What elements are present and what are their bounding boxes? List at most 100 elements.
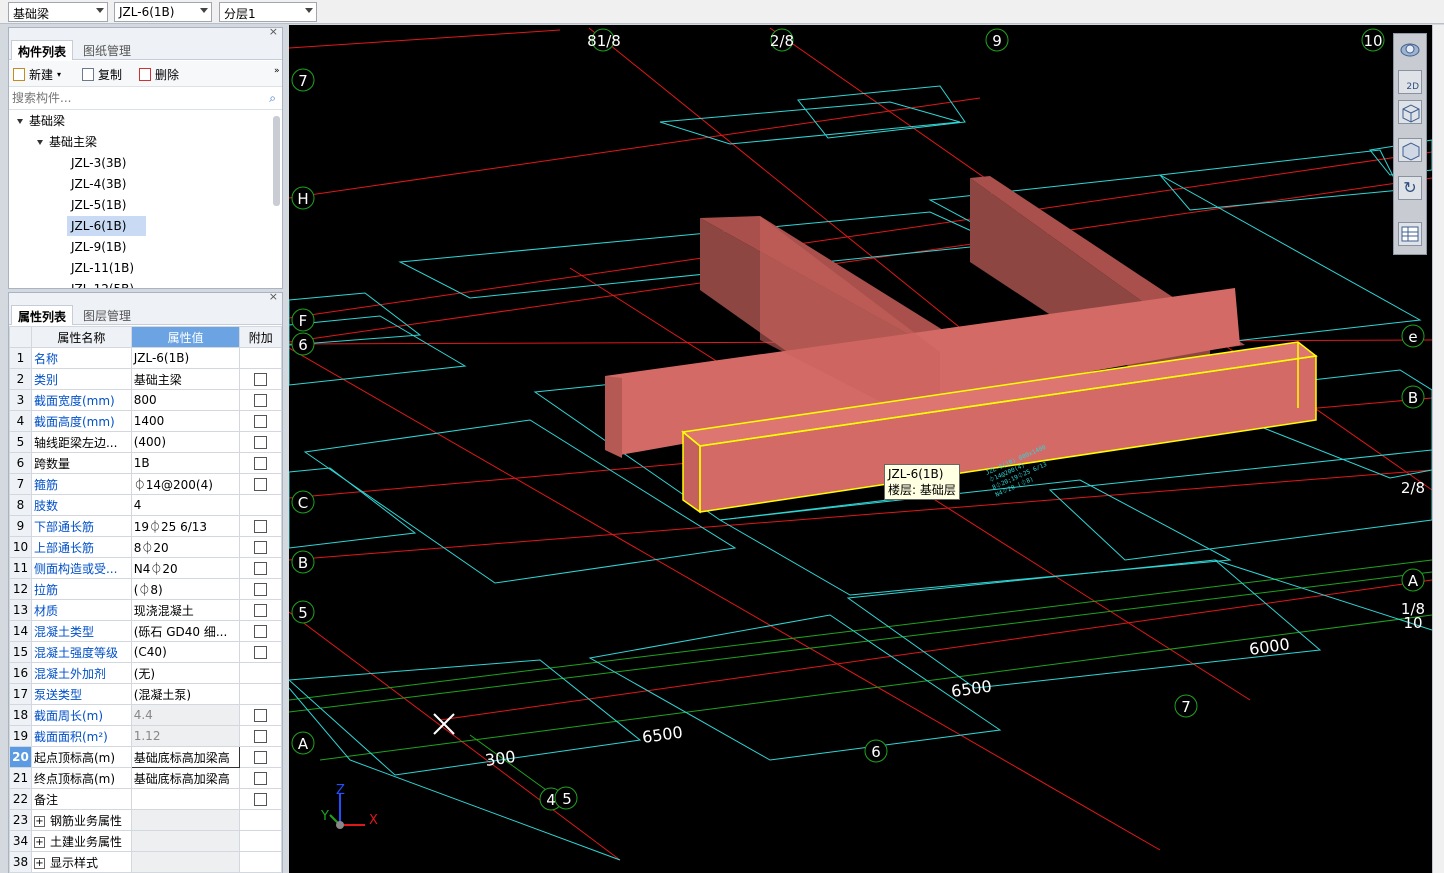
tree-item[interactable]: JZL-12(5B): [71, 279, 134, 288]
search-icon[interactable]: ⌕: [269, 91, 276, 106]
tree-scrollbar[interactable]: [273, 116, 280, 206]
extra-checkbox[interactable]: [254, 436, 268, 449]
property-row[interactable]: 13 材质 现浇混凝土: [9, 599, 282, 621]
tab-drawing-management[interactable]: 图纸管理: [77, 40, 137, 60]
extra-checkbox[interactable]: [254, 709, 268, 722]
expand-icon[interactable]: [37, 140, 43, 145]
extra-checkbox[interactable]: [254, 604, 268, 617]
property-value[interactable]: 基础底标高加梁高: [130, 767, 241, 789]
property-row[interactable]: 6 跨数量 1B: [9, 452, 282, 474]
property-value[interactable]: (砾石 GD40 细...: [130, 620, 241, 642]
extra-checkbox[interactable]: [254, 646, 268, 659]
property-value[interactable]: 1B: [130, 452, 241, 474]
tree-item[interactable]: JZL-3(3B): [71, 153, 126, 173]
expand-icon[interactable]: [17, 119, 23, 124]
2d-view-button[interactable]: 2D: [1398, 70, 1422, 94]
property-value[interactable]: (混凝土泵): [130, 683, 241, 705]
property-row[interactable]: 1 名称 JZL-6(1B): [9, 347, 282, 369]
copy-button[interactable]: 复制: [82, 66, 122, 83]
expand-plus-icon[interactable]: +: [33, 857, 45, 869]
property-value[interactable]: N4⏀20: [130, 557, 241, 579]
extra-checkbox[interactable]: [254, 478, 268, 491]
extra-checkbox[interactable]: [254, 583, 268, 596]
orbit-icon[interactable]: [1398, 38, 1422, 62]
property-row[interactable]: 14 混凝土类型 (砾石 GD40 细...: [9, 620, 282, 642]
tab-component-list[interactable]: 构件列表: [11, 40, 74, 60]
property-row[interactable]: 15 混凝土强度等级 (C40): [9, 641, 282, 663]
tab-property-list[interactable]: 属性列表: [11, 305, 74, 325]
component-name-select[interactable]: JZL-6(1B): [114, 2, 212, 22]
tree-item[interactable]: JZL-9(1B): [71, 237, 126, 257]
property-row[interactable]: 9 下部通长筋 19⏀25 6/13: [9, 515, 282, 537]
property-value[interactable]: (无): [130, 662, 241, 684]
property-value[interactable]: 4.4: [130, 704, 241, 726]
extra-checkbox[interactable]: [254, 541, 268, 554]
extra-checkbox[interactable]: [254, 457, 268, 470]
property-value[interactable]: 基础底标高加梁高: [130, 746, 241, 768]
property-row[interactable]: 4 截面高度(mm) 1400: [9, 410, 282, 432]
search-input[interactable]: [9, 88, 259, 108]
delete-button[interactable]: 删除: [139, 66, 179, 83]
property-value[interactable]: 4: [130, 494, 241, 516]
property-row[interactable]: 22 备注: [9, 788, 282, 810]
property-row[interactable]: 17 泵送类型 (混凝土泵): [9, 683, 282, 705]
property-value[interactable]: [130, 809, 241, 831]
solid-view-icon[interactable]: [1398, 138, 1422, 162]
tree-item[interactable]: JZL-4(3B): [71, 174, 126, 194]
property-row[interactable]: 5 轴线距梁左边... (400): [9, 431, 282, 453]
property-row[interactable]: 18 截面周长(m) 4.4: [9, 704, 282, 726]
extra-checkbox[interactable]: [254, 625, 268, 638]
tree-group[interactable]: 基础主梁: [37, 132, 97, 152]
property-value[interactable]: 1400: [130, 410, 241, 432]
property-row[interactable]: 2 类别 基础主梁: [9, 368, 282, 390]
property-value[interactable]: (⏀8): [130, 578, 241, 600]
property-row[interactable]: 3 截面宽度(mm) 800: [9, 389, 282, 411]
property-value[interactable]: [130, 788, 241, 810]
property-row[interactable]: 21 终点顶标高(m) 基础底标高加梁高: [9, 767, 282, 789]
extra-checkbox[interactable]: [254, 772, 268, 785]
extra-checkbox[interactable]: [254, 793, 268, 806]
extra-checkbox[interactable]: [254, 394, 268, 407]
property-value[interactable]: 基础主梁: [130, 368, 241, 390]
property-value[interactable]: JZL-6(1B): [130, 347, 241, 369]
more-icon[interactable]: »: [274, 66, 280, 76]
tree-item-selected[interactable]: JZL-6(1B): [67, 216, 146, 236]
tree-item[interactable]: JZL-11(1B): [71, 258, 134, 278]
property-row[interactable]: 11 侧面构造或受... N4⏀20: [9, 557, 282, 579]
property-value[interactable]: [130, 851, 241, 873]
tab-layer-management[interactable]: 图层管理: [77, 305, 137, 325]
close-icon[interactable]: ×: [269, 25, 278, 38]
tree-item[interactable]: JZL-5(1B): [71, 195, 126, 215]
layer-select[interactable]: 分层1: [219, 2, 317, 22]
extra-checkbox[interactable]: [254, 730, 268, 743]
property-row[interactable]: 16 混凝土外加剂 (无): [9, 662, 282, 684]
settings-grid-icon[interactable]: [1398, 222, 1422, 246]
property-value[interactable]: 19⏀25 6/13: [130, 515, 241, 537]
extra-checkbox[interactable]: [254, 751, 268, 764]
property-value[interactable]: 8⏀20: [130, 536, 241, 558]
close-icon[interactable]: ×: [269, 290, 278, 303]
expand-plus-icon[interactable]: +: [33, 815, 45, 827]
property-value[interactable]: 800: [130, 389, 241, 411]
property-value[interactable]: 现浇混凝土: [130, 599, 241, 621]
property-row[interactable]: 12 拉筋 (⏀8): [9, 578, 282, 600]
cube-view-icon[interactable]: [1398, 100, 1422, 124]
3d-viewport[interactable]: JZL-6(1B) 800x1400 ⏀14@200(4) 8⏀20;19⏀25…: [289, 25, 1432, 873]
property-row[interactable]: 23 + 钢筋业务属性: [9, 809, 282, 831]
new-button[interactable]: 新建 ▾: [13, 66, 61, 83]
property-row[interactable]: 8 肢数 4: [9, 494, 282, 516]
extra-checkbox[interactable]: [254, 373, 268, 386]
property-row[interactable]: 34 + 土建业务属性: [9, 830, 282, 852]
model-canvas[interactable]: JZL-6(1B) 800x1400 ⏀14@200(4) 8⏀20;19⏀25…: [289, 25, 1432, 873]
property-value[interactable]: (400): [130, 431, 241, 453]
extra-checkbox[interactable]: [254, 562, 268, 575]
component-type-select[interactable]: 基础梁: [8, 2, 108, 22]
property-value[interactable]: ⏀14@200(4): [130, 473, 241, 495]
property-value[interactable]: 1.12: [130, 725, 241, 747]
property-row[interactable]: 38 + 显示样式: [9, 851, 282, 873]
extra-checkbox[interactable]: [254, 520, 268, 533]
expand-plus-icon[interactable]: +: [33, 836, 45, 848]
tree-root[interactable]: 基础梁: [17, 111, 65, 131]
property-value[interactable]: (C40): [130, 641, 241, 663]
property-row[interactable]: 10 上部通长筋 8⏀20: [9, 536, 282, 558]
